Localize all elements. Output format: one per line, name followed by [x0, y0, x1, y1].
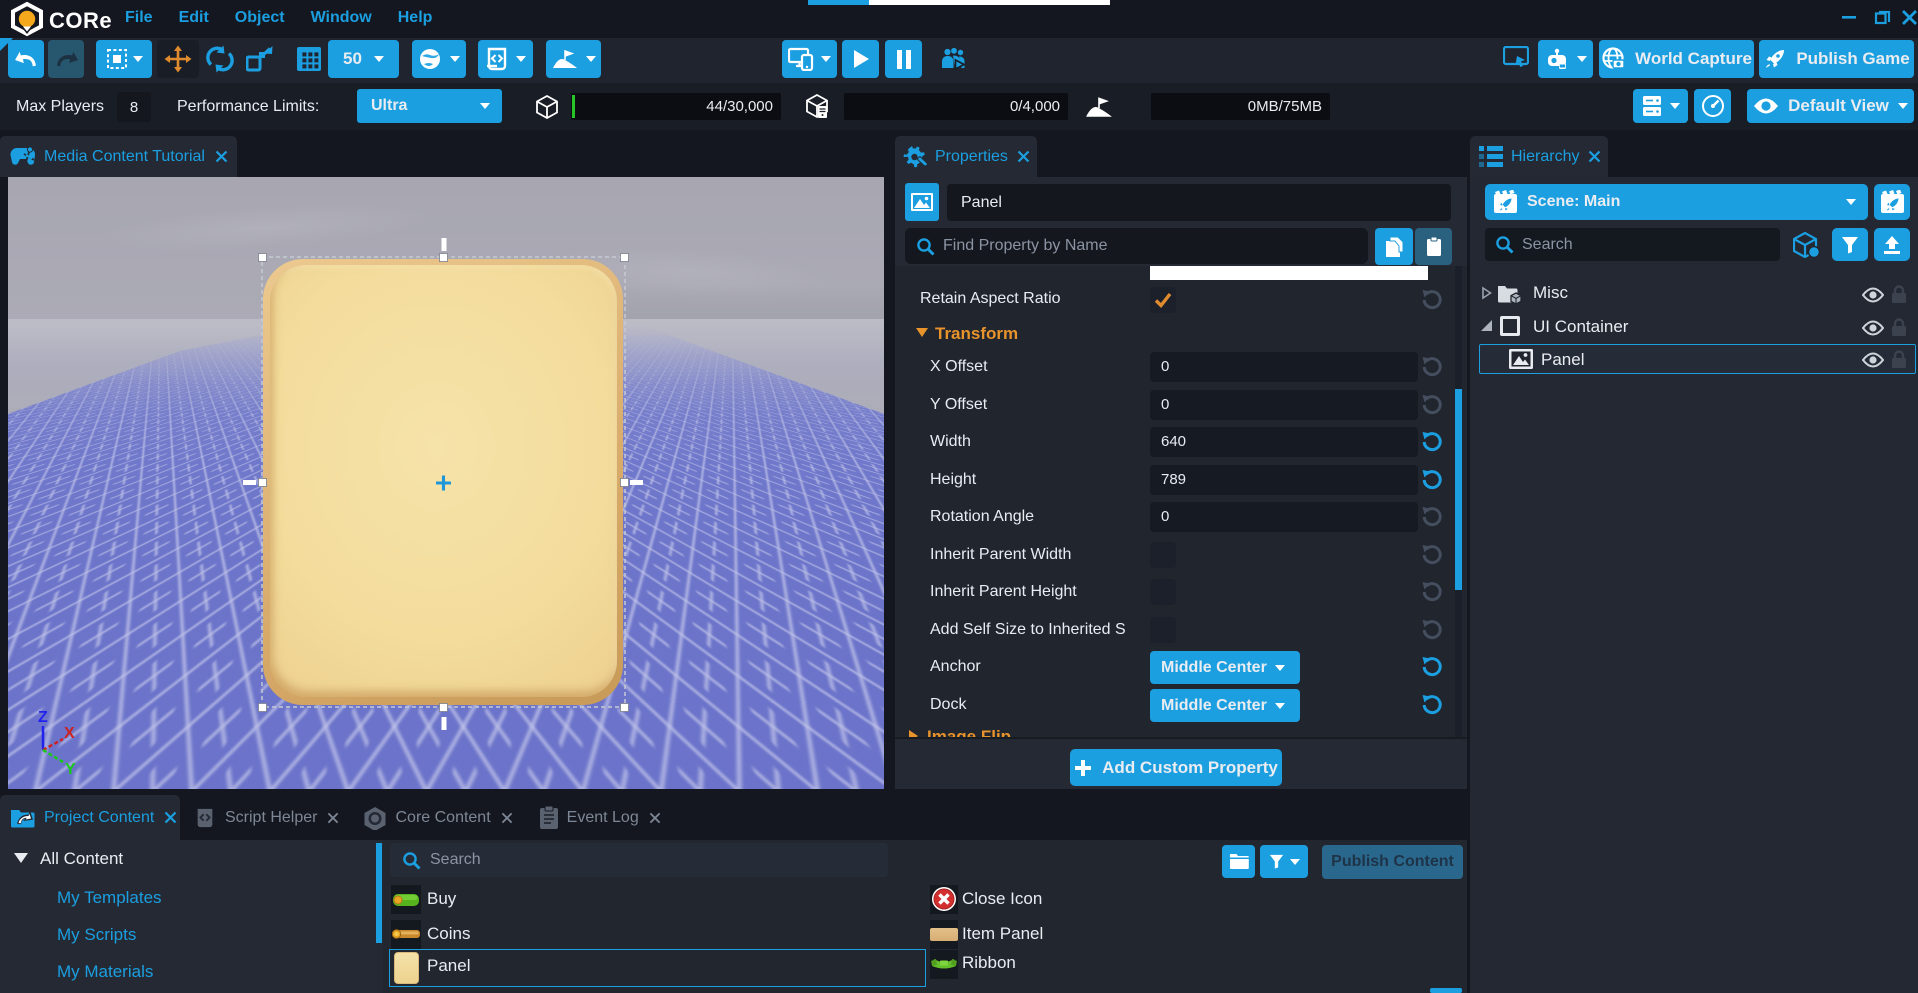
- svg-text:Y: Y: [65, 761, 76, 776]
- svg-text:Z: Z: [38, 709, 48, 726]
- svg-text:X: X: [64, 725, 75, 742]
